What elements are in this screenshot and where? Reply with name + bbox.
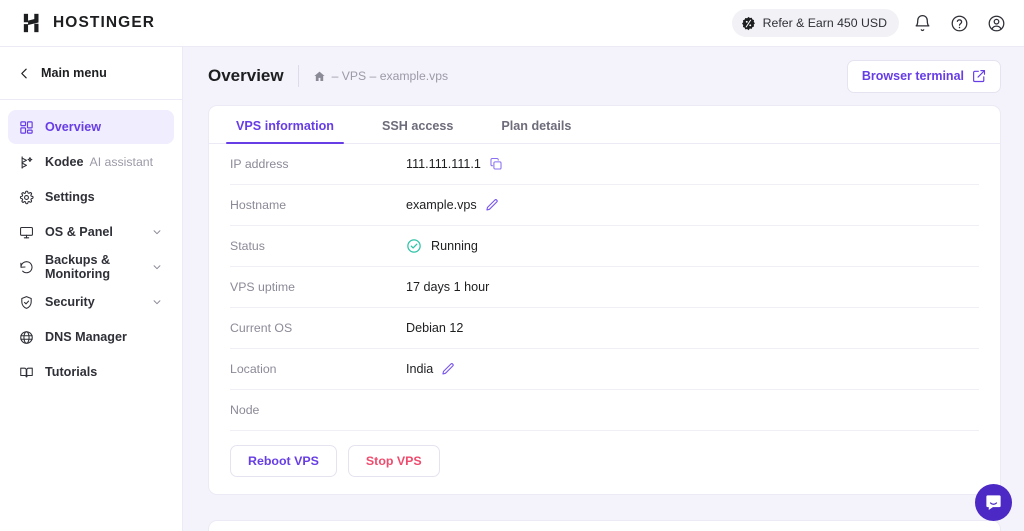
sidebar-item-label: Settings — [45, 190, 95, 204]
sidebar-item-tutorials[interactable]: Tutorials — [8, 355, 174, 389]
info-rows: IP address 111.111.111.1 Hostname — [209, 144, 1000, 431]
dns-globe-icon — [18, 329, 34, 345]
row-label: Current OS — [230, 321, 406, 335]
chevron-down-icon[interactable] — [152, 227, 162, 237]
top-bar-actions: Refer & Earn 450 USD — [732, 9, 1010, 37]
sparkle-wand-icon — [18, 154, 34, 170]
row-value: India — [406, 362, 455, 376]
sidebar-item-label: Overview — [45, 120, 101, 134]
book-open-icon — [18, 364, 34, 380]
vps-overview-page: HOSTINGER Refer & Earn 450 USD — [0, 0, 1024, 531]
check-circle-icon — [406, 238, 422, 254]
sidebar-item-label: Kodee — [45, 155, 84, 169]
table-row: Node — [230, 390, 979, 431]
row-value: 111.111.111.1 — [406, 157, 503, 171]
browser-terminal-label: Browser terminal — [862, 69, 964, 83]
row-label: Hostname — [230, 198, 406, 212]
user-circle-icon[interactable] — [982, 9, 1010, 37]
breadcrumb-path[interactable]: – VPS – example.vps — [332, 69, 449, 83]
sidebar-item-kodee[interactable]: Kodee AI assistant — [8, 145, 174, 179]
sidebar: Main menu Overview — [0, 47, 183, 531]
bell-icon[interactable] — [908, 9, 936, 37]
sidebar-item-os-and-panel[interactable]: OS & Panel — [8, 215, 174, 249]
table-row: IP address 111.111.111.1 — [230, 144, 979, 185]
row-label: IP address — [230, 157, 406, 171]
table-row: Current OS Debian 12 — [230, 308, 979, 349]
reboot-vps-button[interactable]: Reboot VPS — [230, 445, 337, 477]
monitor-icon — [18, 224, 34, 240]
vps-information-card: VPS information SSH access Plan details … — [208, 105, 1001, 495]
location-value: India — [406, 362, 433, 376]
brand[interactable]: HOSTINGER — [22, 12, 155, 34]
external-link-icon — [972, 69, 986, 83]
hostinger-h-logo-icon — [22, 12, 44, 34]
shield-check-icon — [18, 294, 34, 310]
question-circle-icon[interactable] — [945, 9, 973, 37]
copy-icon[interactable] — [489, 157, 503, 171]
sidebar-item-label: OS & Panel — [45, 225, 113, 239]
refer-and-earn-button[interactable]: Refer & Earn 450 USD — [732, 9, 899, 37]
card-actions: Reboot VPS Stop VPS — [209, 431, 1000, 494]
table-row: Location India — [230, 349, 979, 390]
tab-vps-information[interactable]: VPS information — [230, 119, 340, 143]
discount-badge-icon — [741, 16, 756, 31]
chevron-down-icon[interactable] — [152, 297, 162, 307]
sidebar-item-label: Security — [45, 295, 95, 309]
next-card-partial — [208, 520, 1001, 531]
chevron-down-icon[interactable] — [152, 262, 162, 272]
row-value: 17 days 1 hour — [406, 280, 489, 294]
sidebar-item-label: Backups & Monitoring — [45, 253, 164, 281]
row-value: example.vps — [406, 198, 499, 212]
sidebar-item-overview[interactable]: Overview — [8, 110, 174, 144]
intercom-chat-icon[interactable] — [975, 484, 1012, 521]
sidebar-nav: Overview Kodee AI assistant — [0, 100, 182, 389]
refer-label: Refer & Earn 450 USD — [763, 16, 887, 30]
sidebar-item-dns-manager[interactable]: DNS Manager — [8, 320, 174, 354]
page-header-left: Overview – VPS – example.vps — [208, 65, 448, 87]
home-icon[interactable] — [313, 70, 326, 83]
table-row: Hostname example.vps — [230, 185, 979, 226]
brand-name: HOSTINGER — [53, 14, 155, 32]
card-tabs: VPS information SSH access Plan details — [209, 106, 1000, 144]
tab-plan-details[interactable]: Plan details — [495, 119, 577, 143]
main-content: Overview – VPS – example.vps Browser ter… — [183, 47, 1024, 531]
table-row: VPS uptime 17 days 1 hour — [230, 267, 979, 308]
gear-icon — [18, 189, 34, 205]
row-label: VPS uptime — [230, 280, 406, 294]
tab-ssh-access[interactable]: SSH access — [376, 119, 459, 143]
page-header: Overview – VPS – example.vps Browser ter… — [183, 47, 1024, 105]
main-menu-label: Main menu — [41, 66, 107, 80]
sidebar-item-settings[interactable]: Settings — [8, 180, 174, 214]
header-divider — [298, 65, 299, 87]
main-menu-back-button[interactable]: Main menu — [0, 47, 182, 100]
chevron-left-icon — [18, 67, 31, 80]
pencil-edit-icon[interactable] — [441, 362, 455, 376]
page-title: Overview — [208, 66, 284, 86]
row-label: Node — [230, 403, 406, 417]
table-row: Status Running — [230, 226, 979, 267]
row-label: Location — [230, 362, 406, 376]
top-bar: HOSTINGER Refer & Earn 450 USD — [0, 0, 1024, 47]
history-restore-icon — [18, 259, 34, 275]
stop-vps-button[interactable]: Stop VPS — [348, 445, 440, 477]
sidebar-item-label: DNS Manager — [45, 330, 127, 344]
row-label: Status — [230, 239, 406, 253]
sidebar-item-sublabel: AI assistant — [90, 155, 154, 169]
browser-terminal-button[interactable]: Browser terminal — [847, 60, 1001, 93]
dashboard-grid-icon — [18, 119, 34, 135]
pencil-edit-icon[interactable] — [485, 198, 499, 212]
breadcrumb: – VPS – example.vps — [313, 69, 449, 83]
sidebar-item-label: Tutorials — [45, 365, 97, 379]
ip-address-value: 111.111.111.1 — [406, 157, 481, 171]
hostname-value: example.vps — [406, 198, 477, 212]
sidebar-item-security[interactable]: Security — [8, 285, 174, 319]
row-value: Debian 12 — [406, 321, 463, 335]
sidebar-item-backups-and-monitoring[interactable]: Backups & Monitoring — [8, 250, 174, 284]
status-badge: Running — [406, 238, 478, 254]
status-label: Running — [431, 239, 478, 253]
